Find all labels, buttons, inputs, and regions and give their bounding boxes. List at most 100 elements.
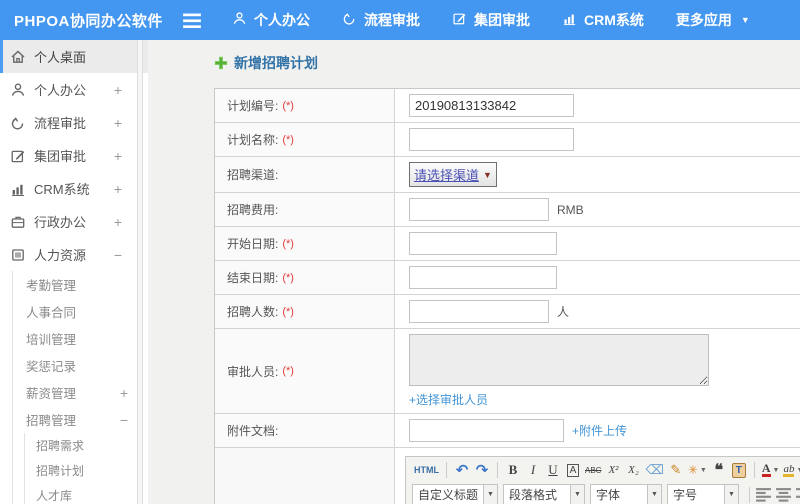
sidebar-item-attendance-management[interactable]: 考勤管理	[13, 271, 148, 298]
underline-button[interactable]: U	[543, 460, 563, 480]
expand-toggle-icon[interactable]: +	[114, 214, 122, 230]
sidebar-item-personal-desktop[interactable]: 个人桌面	[0, 40, 148, 73]
format-painter-button[interactable]: ✎	[666, 460, 686, 480]
flow-icon	[342, 11, 357, 29]
expand-toggle-icon[interactable]: −	[114, 247, 122, 263]
align-right-button[interactable]	[795, 486, 800, 503]
sidebar-item-label: 招聘需求	[36, 439, 85, 453]
sidebar-scrollbar[interactable]	[137, 40, 143, 504]
sidebar-item-recruitment-plan[interactable]: 招聘计划	[25, 458, 148, 483]
html-source-button[interactable]: HTML	[412, 460, 441, 480]
select-arrow-icon: ▼	[483, 169, 492, 180]
sidebar-item-human-resources[interactable]: 人力资源 −	[0, 238, 148, 271]
paste-text-button[interactable]: T	[729, 460, 749, 480]
expand-toggle-icon[interactable]: −	[120, 412, 128, 428]
recruitment-channel-select[interactable]: 请选择渠道 ▼	[409, 162, 497, 187]
recruitment-count-input[interactable]	[409, 300, 549, 323]
remove-format-button[interactable]: ⌫	[643, 460, 665, 480]
select-approvers-link[interactable]: +选择审批人员	[409, 391, 488, 408]
field-label-text: 招聘渠道:	[227, 168, 279, 182]
plan-number-input[interactable]	[409, 94, 574, 117]
form-row-recruitment-count: 招聘人数: (*) 人	[215, 295, 800, 329]
required-mark: (*)	[282, 305, 294, 318]
topnav-item-workflow-approval[interactable]: 流程审批	[342, 10, 420, 30]
sidebar-item-personnel-contract[interactable]: 人事合同	[13, 298, 148, 325]
expand-toggle-icon[interactable]: +	[120, 385, 128, 401]
field-label-text: 计划编号:	[227, 99, 279, 113]
sidebar-item-recruitment-demand[interactable]: 招聘需求	[25, 433, 148, 458]
custom-title-select[interactable]: 自定义标题 ▼	[412, 484, 499, 504]
align-left-button[interactable]	[755, 486, 772, 503]
strikethrough-button[interactable]: ABC	[583, 460, 603, 480]
undo-button[interactable]: ↶	[452, 460, 472, 480]
sidebar-item-label: 人力资源	[34, 248, 87, 263]
user-icon	[232, 11, 247, 29]
paragraph-format-select[interactable]: 段落格式 ▼	[503, 484, 586, 504]
dropdown-value-text: 自定义标题	[418, 488, 479, 502]
sidebar-item-recruitment-management[interactable]: 招聘管理 −	[13, 406, 148, 433]
attachment-upload-link[interactable]: +附件上传	[572, 422, 627, 439]
hamburger-menu-icon[interactable]	[182, 13, 202, 28]
sidebar-item-training-management[interactable]: 培训管理	[13, 325, 148, 352]
chart-icon	[10, 181, 26, 197]
recruitment-cost-input[interactable]	[409, 198, 549, 221]
topnav-item-more-apps[interactable]: 更多应用 ▼	[676, 10, 750, 30]
redo-button[interactable]: ↷	[472, 460, 492, 480]
subscript-button[interactable]: X₂	[623, 460, 643, 480]
form-row-attachment: 附件文档: +附件上传	[215, 414, 800, 448]
chevron-down-icon: ▼	[796, 466, 800, 474]
bold-button[interactable]: B	[503, 460, 523, 480]
field-label-plan-number: 计划编号: (*)	[215, 89, 395, 122]
auto-typeset-button[interactable]: ✳ ▼	[686, 460, 709, 480]
chevron-down-icon: ▼	[724, 485, 739, 504]
field-label-text: 招聘费用:	[227, 203, 279, 217]
sidebar-item-workflow-approval[interactable]: 流程审批 +	[0, 106, 148, 139]
sidebar-item-admin-office[interactable]: 行政办公 +	[0, 205, 148, 238]
topnav-label: 流程审批	[364, 12, 420, 28]
highlight-color-button[interactable]: ab ▼	[781, 460, 800, 480]
form-row-end-date: 结束日期: (*)	[215, 261, 800, 295]
sidebar-item-crm-system[interactable]: CRM系统 +	[0, 172, 148, 205]
topnav-item-personal-office[interactable]: 个人办公	[232, 10, 310, 30]
font-color-button[interactable]: A ▼	[760, 460, 782, 480]
font-size-select[interactable]: 字号 ▼	[667, 484, 740, 504]
remove-format-button-glyph: ⌫	[645, 462, 664, 477]
expand-toggle-icon[interactable]: +	[114, 82, 122, 98]
expand-toggle-icon[interactable]: +	[114, 148, 122, 164]
field-label-recruitment-cost: 招聘费用:	[215, 193, 395, 226]
sidebar-item-personal-office[interactable]: 个人办公 +	[0, 73, 148, 106]
blockquote-button[interactable]: ❝	[709, 460, 729, 480]
plan-name-input[interactable]	[409, 128, 574, 151]
attachment-input[interactable]	[409, 419, 564, 442]
expand-toggle-icon[interactable]: +	[114, 181, 122, 197]
end-date-input[interactable]	[409, 266, 557, 289]
form-row-plan-name: 计划名称: (*)	[215, 123, 800, 157]
sidebar: 个人桌面 个人办公 + 流程审批 + 集团审批 + CRM系统 + 行政办公 + 人力资源 − 考勤管理人…	[0, 40, 148, 504]
redo-button-glyph: ↷	[475, 462, 489, 479]
dropdown-value-text: 字体	[596, 488, 621, 502]
sidebar-item-reward-punishment[interactable]: 奖惩记录	[13, 352, 148, 379]
font-family-select[interactable]: 字体 ▼	[590, 484, 663, 504]
field-value-attachment: +附件上传	[395, 414, 800, 447]
topnav-label: 更多应用	[675, 12, 732, 28]
sidebar-item-talent-pool[interactable]: 人才库	[25, 483, 148, 504]
field-label-plan-name: 计划名称: (*)	[215, 123, 395, 156]
sidebar-item-label: CRM系统	[34, 182, 90, 197]
sidebar-item-group-approval[interactable]: 集团审批 +	[0, 139, 148, 172]
approvers-textarea[interactable]	[409, 334, 709, 386]
italic-button[interactable]: I	[523, 460, 543, 480]
topnav-item-group-approval[interactable]: 集团审批	[452, 10, 530, 30]
char-border-button[interactable]: A	[563, 460, 583, 480]
sidebar-submenu: 招聘需求招聘计划 人才库	[24, 433, 148, 504]
field-value-plan-number	[395, 89, 800, 122]
expand-toggle-icon[interactable]: +	[114, 115, 122, 131]
align-center-button[interactable]	[775, 486, 792, 503]
topnav-label: 个人办公	[254, 12, 310, 28]
sidebar-item-salary-management[interactable]: 薪资管理 +	[13, 379, 148, 406]
topnav-item-crm-system[interactable]: CRM系统	[562, 10, 644, 30]
chevron-down-icon: ▼	[570, 485, 585, 504]
recruitment-plan-form: 计划编号:(*)计划名称:(*)招聘渠道:请选择渠道▼招聘费用:RMB开始日期:…	[214, 88, 800, 504]
superscript-button[interactable]: X²	[603, 460, 623, 480]
start-date-input[interactable]	[409, 232, 557, 255]
subscript-button-glyph: X₂	[628, 464, 639, 476]
